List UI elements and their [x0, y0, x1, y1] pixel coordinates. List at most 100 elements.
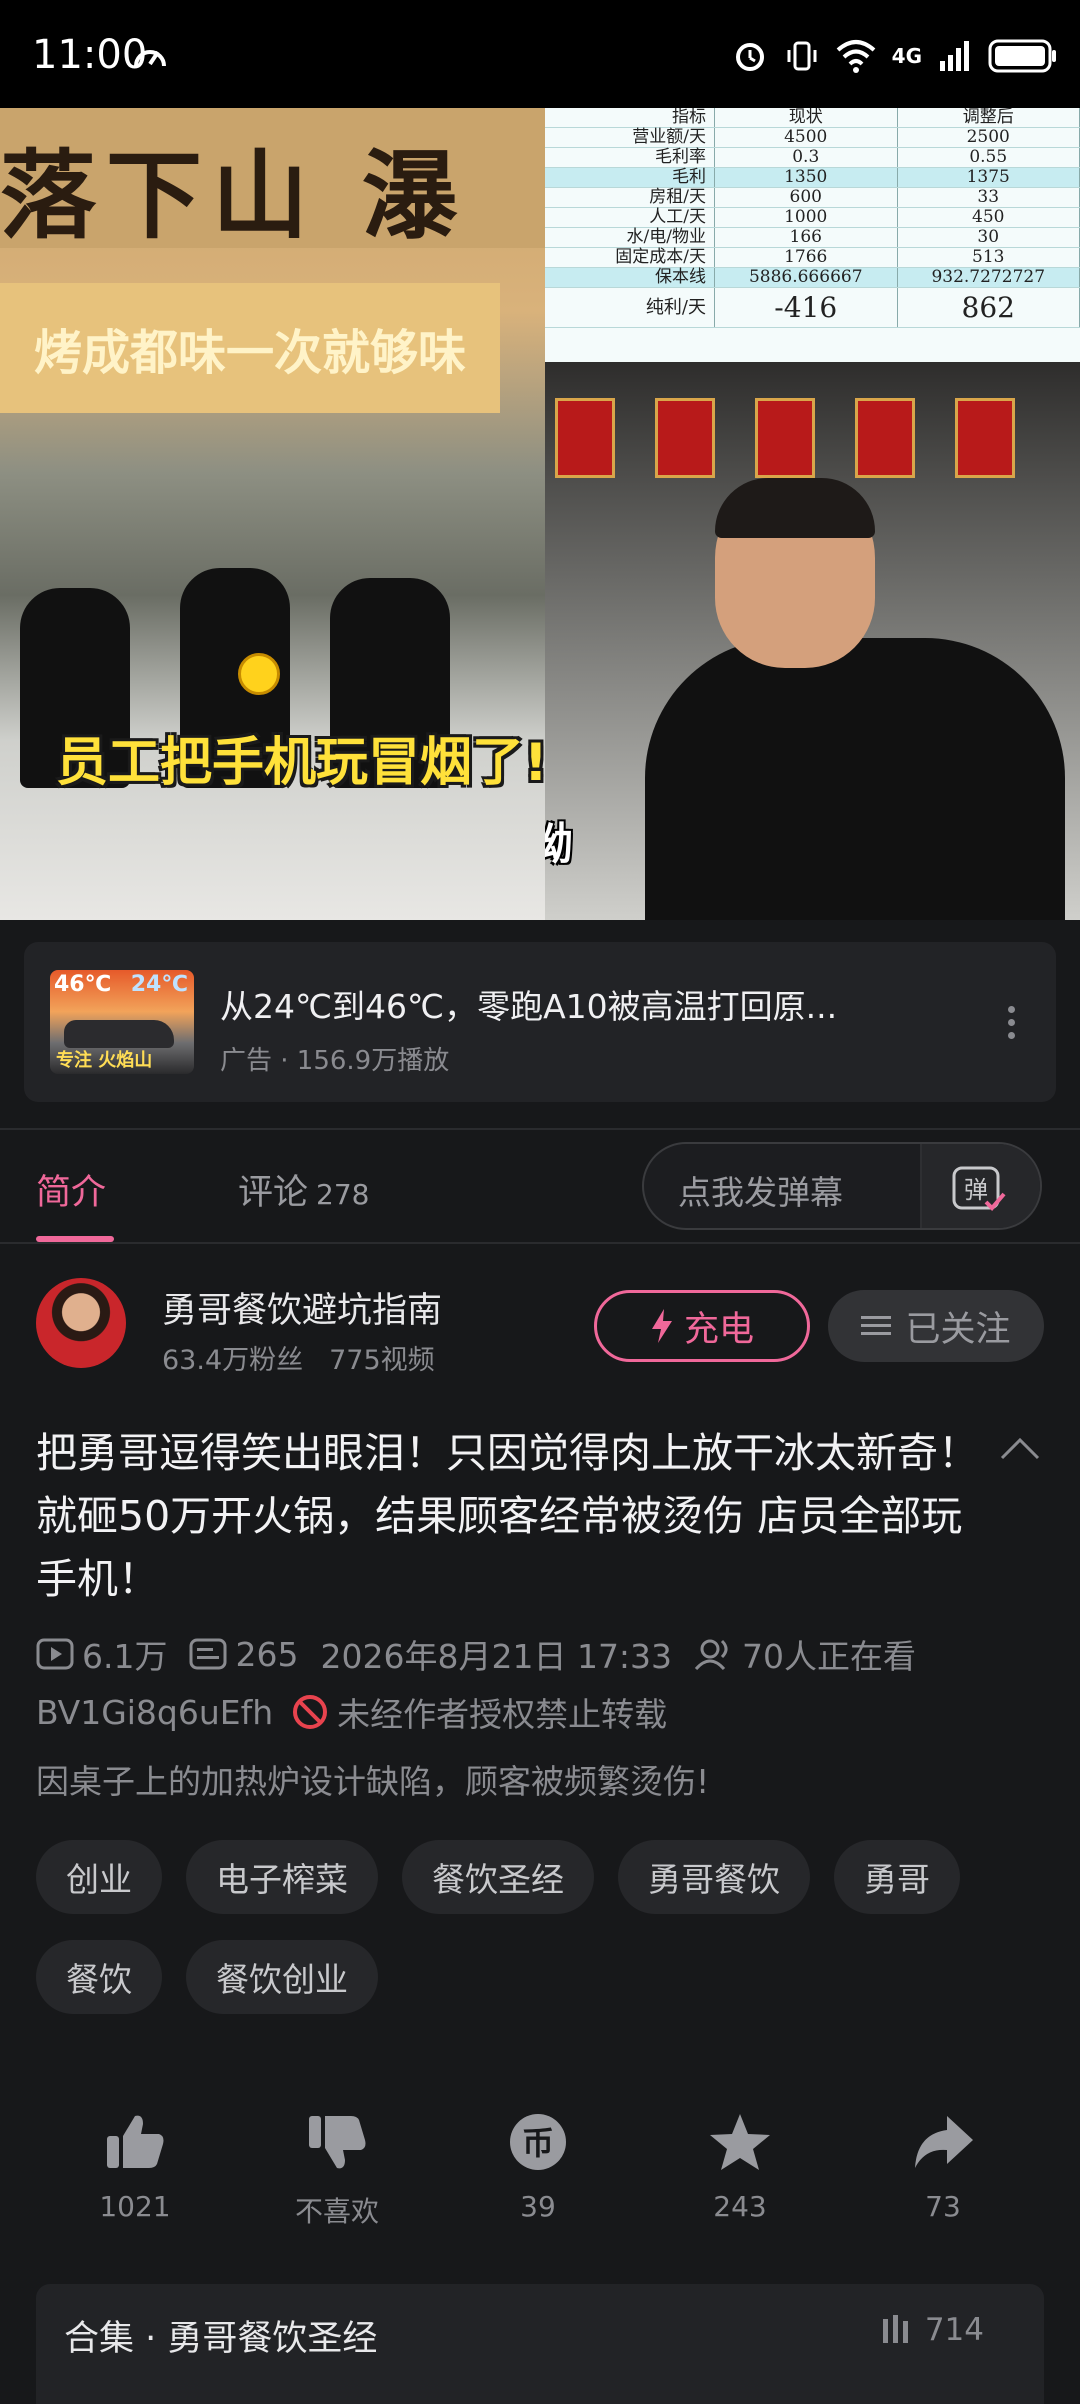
tag[interactable]: 餐饮 [36, 1940, 162, 2014]
collection-count: 714 [925, 2312, 984, 2348]
storefront-banner: 烤成都味一次就够味 [0, 283, 500, 413]
avatar[interactable] [36, 1278, 126, 1368]
wifi-icon [836, 38, 876, 74]
collection-card[interactable]: 合集 · 勇哥餐饮圣经 714 [36, 2284, 1044, 2404]
favorite-button[interactable]: 243 [680, 2112, 800, 2223]
table-row: 房租/天60033 [545, 188, 1080, 208]
ad-thumbnail: 46℃ 24℃ 专注 火焰山 [50, 970, 194, 1074]
table-row: 指标现状调整后 [545, 108, 1080, 128]
table-cell: 166 [715, 228, 898, 247]
follow-button[interactable]: 已关注 [828, 1290, 1044, 1362]
table-cell: 水/电/物业 [545, 228, 715, 247]
author-fans: 63.4万粉丝 [162, 1345, 303, 1376]
bolt-icon [650, 1309, 674, 1343]
danmu-placeholder: 点我发弹幕 [678, 1166, 843, 1214]
table-row: 纯利/天-416862 [545, 288, 1080, 328]
coin-icon: 币 [506, 2112, 570, 2172]
more-icon[interactable] [1008, 1006, 1016, 1042]
tag[interactable]: 创业 [36, 1840, 162, 1914]
network-type: 4G [892, 46, 922, 66]
status-time: 11:00 [32, 32, 147, 78]
charge-button[interactable]: 充电 [594, 1290, 810, 1362]
follow-label: 已关注 [905, 1301, 1010, 1352]
chevron-up-icon[interactable] [1000, 1436, 1040, 1460]
coin-button[interactable]: 币 39 [478, 2112, 598, 2223]
video-meta-2: BV1Gi8q6uEfh 未经作者授权禁止转载 [36, 1688, 667, 1736]
share-button[interactable]: 73 [883, 2112, 1003, 2223]
detail-tabs: 简介 评论278 点我发弹幕 弹 [0, 1130, 1080, 1242]
table-cell: 固定成本/天 [545, 248, 715, 267]
publish-datetime: 2026年8月21日 17:33 [320, 1630, 672, 1678]
svg-text:弹: 弹 [964, 1176, 988, 1204]
svg-text:币: 币 [522, 2124, 554, 2162]
tab-comments[interactable]: 评论278 [238, 1164, 369, 1215]
tag-list: 创业 电子榨菜 餐饮圣经 勇哥餐饮 勇哥 餐饮 餐饮创业 [36, 1840, 1056, 2014]
finance-table: 指标现状调整后营业额/天45002500毛利率0.30.55毛利13501375… [545, 108, 1080, 362]
danmu-toggle-button[interactable]: 弹 [922, 1144, 1040, 1228]
table-row: 保本线5886.666667932.7272727 [545, 268, 1080, 288]
tag[interactable]: 餐饮圣经 [402, 1840, 594, 1914]
battery-icon [988, 38, 1058, 74]
share-count: 73 [883, 2190, 1003, 2223]
thumb-up-icon [103, 2112, 167, 2172]
watching-count: 70人正在看 [742, 1630, 916, 1678]
charge-label: 充电 [684, 1301, 754, 1352]
ad-thumb-cool: 24℃ [131, 972, 188, 997]
tab-intro[interactable]: 简介 [36, 1164, 106, 1215]
action-bar: 1021 不喜欢 币 39 243 73 [0, 2112, 1080, 2232]
thumb-down-icon [305, 2112, 369, 2172]
signal-icon [938, 39, 972, 73]
danmu-input[interactable]: 点我发弹幕 弹 [642, 1142, 1042, 1230]
video-caption-right: 哎呦 [545, 808, 573, 872]
tab-comments-count: 278 [316, 1178, 369, 1211]
table-cell: 保本线 [545, 268, 715, 287]
table-row: 营业额/天45002500 [545, 128, 1080, 148]
vibrate-icon [784, 38, 820, 74]
bvid[interactable]: BV1Gi8q6uEfh [36, 1693, 273, 1732]
table-cell: 450 [898, 208, 1080, 227]
table-cell: 指标 [545, 108, 715, 127]
danmu-icon: 弹 [950, 1160, 1010, 1216]
table-cell: 862 [898, 288, 1080, 327]
view-count: 6.1万 [82, 1630, 167, 1678]
table-cell: 营业额/天 [545, 128, 715, 147]
author-name[interactable]: 勇哥餐饮避坑指南 [162, 1282, 442, 1333]
table-cell: 人工/天 [545, 208, 715, 227]
status-bar: 11:00 4G [0, 0, 1080, 108]
like-button[interactable]: 1021 [75, 2112, 195, 2223]
speedometer-icon [132, 40, 168, 76]
author-videos: 775视频 [329, 1345, 435, 1376]
table-row: 毛利13501375 [545, 168, 1080, 188]
ad-title: 从24℃到46℃，零跑A10被高温打回原... [220, 980, 940, 1028]
table-cell: 调整后 [898, 108, 1080, 127]
menu-icon [861, 1314, 891, 1338]
tab-comments-label: 评论 [238, 1173, 308, 1213]
table-cell: -416 [715, 288, 898, 327]
table-row: 毛利率0.30.55 [545, 148, 1080, 168]
author-stats: 63.4万粉丝 775视频 [162, 1338, 461, 1377]
danmaku-count: 265 [235, 1635, 298, 1674]
table-cell: 5886.666667 [715, 268, 898, 287]
video-player[interactable]: 落下山 瀑 烤成都味一次就够味 员工把手机玩冒烟了! 指标现状调整后营业额/天4… [0, 108, 1080, 920]
table-cell: 513 [898, 248, 1080, 267]
table-cell: 1350 [715, 168, 898, 187]
storefront-sign: 落下山 瀑 [0, 108, 545, 248]
ad-subtitle: 广告 · 156.9万播放 [220, 1040, 449, 1077]
status-icons: 4G [732, 36, 1058, 76]
favorite-count: 243 [680, 2190, 800, 2223]
tag[interactable]: 勇哥 [834, 1840, 960, 1914]
ad-card[interactable]: 46℃ 24℃ 专注 火焰山 从24℃到46℃，零跑A10被高温打回原... 广… [24, 942, 1056, 1102]
table-cell: 932.7272727 [898, 268, 1080, 287]
emoji-icon [238, 653, 280, 695]
award-plaques [545, 398, 1080, 488]
tag[interactable]: 电子榨菜 [186, 1840, 378, 1914]
dislike-button[interactable]: 不喜欢 [277, 2112, 397, 2230]
table-cell: 毛利 [545, 168, 715, 187]
table-cell: 毛利率 [545, 148, 715, 167]
table-cell: 33 [898, 188, 1080, 207]
table-row: 人工/天1000450 [545, 208, 1080, 228]
tag[interactable]: 勇哥餐饮 [618, 1840, 810, 1914]
collection-count-wrap: 714 [881, 2312, 984, 2348]
table-cell: 1375 [898, 168, 1080, 187]
tag[interactable]: 餐饮创业 [186, 1940, 378, 2014]
